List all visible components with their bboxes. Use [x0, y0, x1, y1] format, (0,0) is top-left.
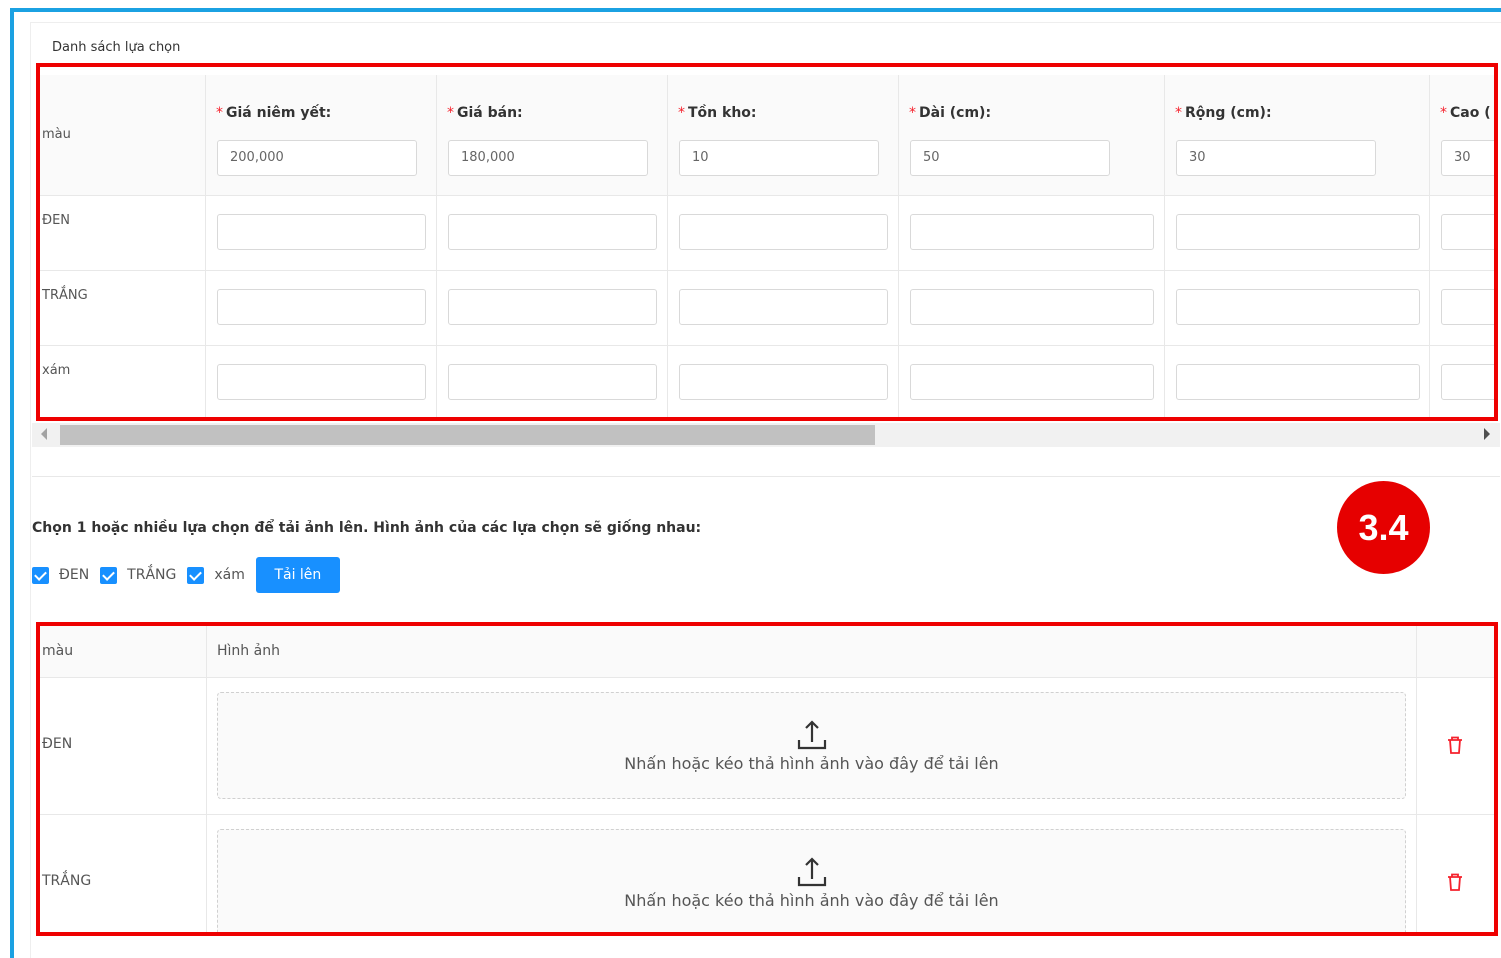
- scroll-right-icon[interactable]: [1484, 428, 1490, 440]
- section-title: Danh sách lựa chọn: [52, 40, 181, 55]
- checkbox-label: ĐEN: [59, 567, 90, 583]
- option-checkbox-group: ĐEN TRẮNG xám Tải lên: [32, 557, 340, 593]
- checkbox-checked-icon[interactable]: [32, 566, 49, 584]
- section-divider: [32, 476, 1500, 477]
- step-badge: 3.4: [1337, 481, 1430, 574]
- checkbox-label: TRẮNG: [127, 567, 177, 583]
- scroll-left-icon[interactable]: [41, 428, 47, 440]
- upload-instruction: Chọn 1 hoặc nhiều lựa chọn để tải ảnh lê…: [32, 520, 702, 536]
- upload-button[interactable]: Tải lên: [255, 557, 340, 593]
- annotation-box-images: [36, 622, 1498, 936]
- frame-left-border: [10, 8, 14, 958]
- checkbox-trang[interactable]: TRẮNG: [100, 566, 177, 584]
- checkbox-xam[interactable]: xám: [187, 566, 245, 584]
- annotation-box-options: [36, 63, 1498, 421]
- horizontal-scrollbar[interactable]: [32, 423, 1500, 447]
- checkbox-den[interactable]: ĐEN: [32, 566, 90, 584]
- checkbox-label: xám: [214, 567, 245, 583]
- checkbox-checked-icon[interactable]: [187, 566, 205, 584]
- scrollbar-thumb[interactable]: [60, 425, 875, 445]
- checkbox-checked-icon[interactable]: [100, 566, 118, 584]
- frame-top-border: [10, 8, 1501, 12]
